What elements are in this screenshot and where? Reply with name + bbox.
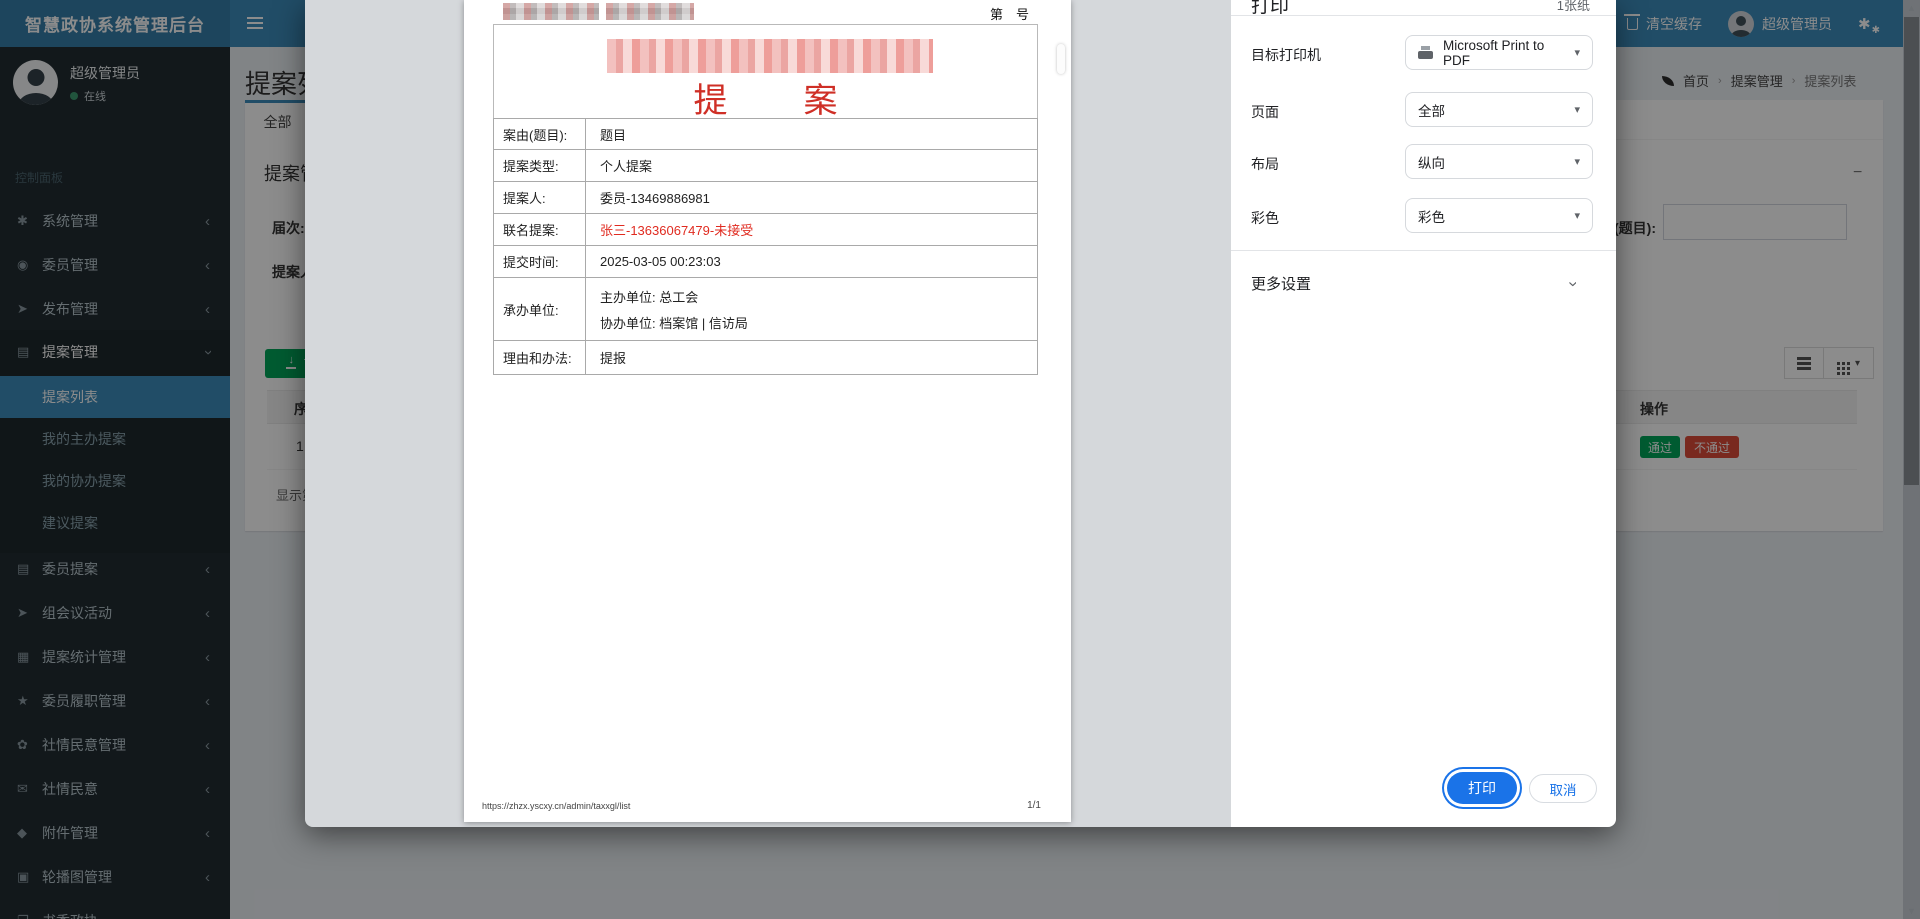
scroll-down-arrow[interactable]: ▼ [1903, 903, 1920, 919]
caret-down-icon: ▾ [1574, 209, 1580, 222]
document-title: 提 案 [494, 73, 1037, 122]
destination-select[interactable]: Microsoft Print to PDF ▾ [1405, 35, 1593, 70]
field-row: 承办单位: 主办单位: 总工会 协办单位: 档案馆 | 信访局 [493, 278, 1038, 341]
field-row: 联名提案: 张三-13636067479-未接受 [493, 214, 1038, 246]
printer-icon [1418, 46, 1433, 59]
document-footer-url: https://zhzx.yscxy.cn/admin/taxxgl/list [482, 801, 630, 811]
field-row: 案由(题目): 题目 [493, 118, 1038, 150]
chevron-down-icon: ‹ [1562, 281, 1582, 287]
cancel-button[interactable]: 取消 [1529, 774, 1597, 803]
color-select[interactable]: 彩色 ▾ [1405, 198, 1593, 233]
field-row: 理由和办法: 提报 [493, 341, 1038, 375]
field-row: 提案类型: 个人提案 [493, 150, 1038, 182]
document-page: 第 号 提 案 案由(题目): 题目 提案类型: 个人提案 [464, 0, 1071, 822]
divider [1231, 250, 1616, 251]
divider [1231, 15, 1616, 16]
layout-select[interactable]: 纵向 ▾ [1405, 144, 1593, 179]
document-fields-table: 案由(题目): 题目 提案类型: 个人提案 提案人: 委员-1346988698… [493, 118, 1038, 375]
destination-label: 目标打印机 [1251, 45, 1321, 65]
document-ref-number: 第 号 [990, 4, 1029, 23]
page-scrollbar[interactable]: ▲ ▼ [1903, 0, 1920, 919]
redacted-title [607, 39, 933, 73]
scrollbar-thumb[interactable] [1904, 17, 1919, 485]
more-settings-toggle[interactable]: 更多设置 ‹ [1231, 262, 1616, 306]
print-button[interactable]: 打印 [1447, 772, 1517, 804]
field-row: 提交时间: 2025-03-05 00:23:03 [493, 246, 1038, 278]
document-page-indicator: 1/1 [1027, 800, 1041, 811]
pages-select[interactable]: 全部 ▾ [1405, 92, 1593, 127]
scroll-up-arrow[interactable]: ▲ [1903, 0, 1920, 16]
field-row: 提案人: 委员-13469886981 [493, 182, 1038, 214]
color-label: 彩色 [1251, 208, 1279, 228]
layout-label: 布局 [1251, 154, 1279, 174]
caret-down-icon: ▾ [1574, 155, 1580, 168]
print-preview-pane: 第 号 提 案 案由(题目): 题目 提案类型: 个人提案 [305, 0, 1231, 827]
document-title-box: 提 案 [493, 24, 1038, 119]
redacted-text [606, 3, 694, 20]
pages-label: 页面 [1251, 102, 1279, 122]
print-settings-pane: 打印 1张纸 目标打印机 Microsoft Print to PDF ▾ 页面… [1231, 0, 1616, 827]
preview-scrollbar-thumb[interactable] [1057, 44, 1065, 74]
caret-down-icon: ▾ [1574, 46, 1580, 59]
print-dialog: 第 号 提 案 案由(题目): 题目 提案类型: 个人提案 [305, 0, 1616, 827]
sheet-count: 1张纸 [1557, 0, 1590, 14]
screen: 智慧政协系统管理后台 清空缓存 超级管理员 ✱✱ 超级管理员 在线 [0, 0, 1920, 919]
redacted-text [503, 3, 599, 20]
caret-down-icon: ▾ [1574, 103, 1580, 116]
